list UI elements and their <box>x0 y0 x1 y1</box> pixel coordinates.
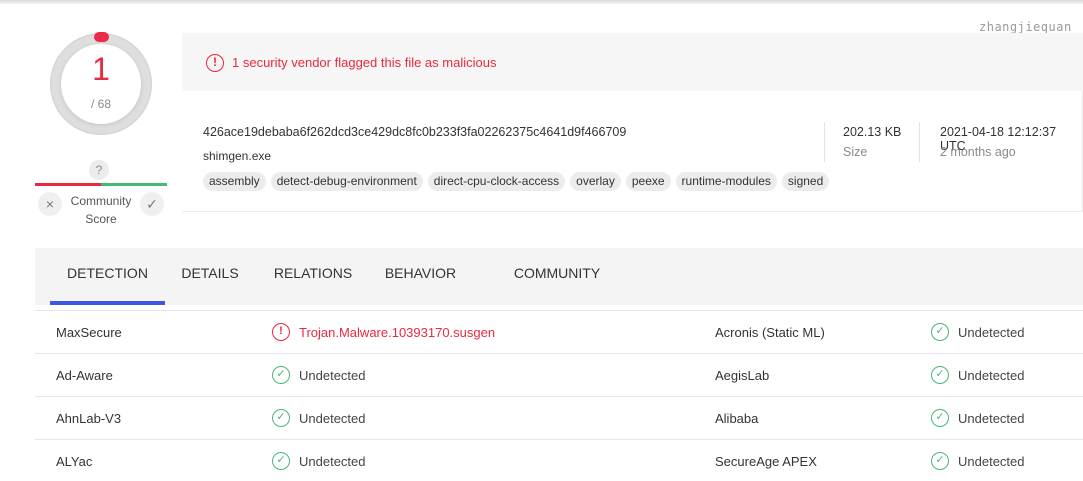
alert-text: 1 security vendor flagged this file as m… <box>232 55 497 70</box>
check-circle-icon: ✓ <box>931 409 949 427</box>
check-circle-icon: ✓ <box>931 323 949 341</box>
vendor-name: AhnLab-V3 <box>56 411 122 426</box>
tab-details[interactable]: DETAILS <box>175 248 245 305</box>
detection-result: Undetected <box>958 325 1025 340</box>
tag[interactable]: detect-debug-environment <box>270 172 423 191</box>
file-size-value: 202.13 KB <box>843 125 902 139</box>
community-score-label: Community Score <box>70 194 132 226</box>
community-score-bar <box>35 183 167 186</box>
detection-count: 1 <box>92 51 110 87</box>
check-circle-icon: ✓ <box>931 366 949 384</box>
top-border <box>0 0 1083 4</box>
detection-score-ring: 1 / 68 <box>50 32 152 135</box>
divider <box>919 122 920 162</box>
tab-bar: DETECTION DETAILS RELATIONS BEHAVIOR COM… <box>35 248 1083 305</box>
active-tab-indicator <box>50 301 165 305</box>
watermark: zhangjiequan <box>979 20 1072 34</box>
tag[interactable]: overlay <box>570 172 621 191</box>
tab-relations[interactable]: RELATIONS <box>268 248 358 305</box>
tab-community[interactable]: COMMUNITY <box>503 248 611 305</box>
score-indicator-dot <box>94 32 109 42</box>
check-circle-icon: ✓ <box>272 366 290 384</box>
alert-banner: ! 1 security vendor flagged this file as… <box>182 33 1083 91</box>
vendor-name: MaxSecure <box>56 325 122 340</box>
detection-result: Undetected <box>299 411 366 426</box>
tag[interactable]: signed <box>781 172 830 191</box>
file-size-label: Size <box>843 145 868 159</box>
detection-result: Undetected <box>958 411 1025 426</box>
alert-circle-icon: ! <box>272 323 290 341</box>
alert-circle-icon: ! <box>206 54 224 72</box>
scan-date-relative: 2 months ago <box>940 145 1016 159</box>
vendor-name: Acronis (Static ML) <box>715 325 825 340</box>
detection-result: Undetected <box>299 368 366 383</box>
table-row: AhnLab-V3 ✓ Undetected Alibaba ✓ Undetec… <box>35 397 1083 440</box>
check-circle-icon: ✓ <box>272 452 290 470</box>
detection-table: MaxSecure ! Trojan.Malware.10393170.susg… <box>35 310 1083 481</box>
check-circle-icon: ✓ <box>931 452 949 470</box>
file-info-panel: 426ace19debaba6f262dcd3ce429dc8fc0b233f3… <box>182 91 1083 212</box>
downvote-button[interactable]: × <box>38 192 62 216</box>
tag-list: assembly detect-debug-environment direct… <box>203 172 830 191</box>
detection-result: Undetected <box>958 368 1025 383</box>
vendor-name: AegisLab <box>715 368 770 383</box>
engine-total: / 68 <box>90 97 111 111</box>
table-row: ALYac ✓ Undetected SecureAge APEX ✓ Unde… <box>35 440 1083 481</box>
tag[interactable]: runtime-modules <box>675 172 777 191</box>
detection-result: Trojan.Malware.10393170.susgen <box>299 325 496 340</box>
table-row: Ad-Aware ✓ Undetected AegisLab ✓ Undetec… <box>35 354 1083 397</box>
divider <box>824 122 825 162</box>
vendor-name: SecureAge APEX <box>715 454 817 469</box>
vendor-name: ALYac <box>56 454 93 469</box>
help-question-icon[interactable]: ? <box>89 160 109 180</box>
file-name: shimgen.exe <box>203 149 272 163</box>
detection-result: Undetected <box>299 454 366 469</box>
tag[interactable]: direct-cpu-clock-access <box>427 172 566 191</box>
tag[interactable]: peexe <box>625 172 671 191</box>
file-hash[interactable]: 426ace19debaba6f262dcd3ce429dc8fc0b233f3… <box>203 125 626 139</box>
check-circle-icon: ✓ <box>272 409 290 427</box>
tab-detection[interactable]: DETECTION <box>50 248 165 305</box>
detection-result: Undetected <box>958 454 1025 469</box>
vendor-name: Alibaba <box>715 411 759 426</box>
table-row: MaxSecure ! Trojan.Malware.10393170.susg… <box>35 311 1083 354</box>
tab-behavior[interactable]: BEHAVIOR <box>378 248 463 305</box>
vendor-name: Ad-Aware <box>56 368 113 383</box>
tag[interactable]: assembly <box>203 172 266 191</box>
upvote-button[interactable]: ✓ <box>140 192 164 216</box>
